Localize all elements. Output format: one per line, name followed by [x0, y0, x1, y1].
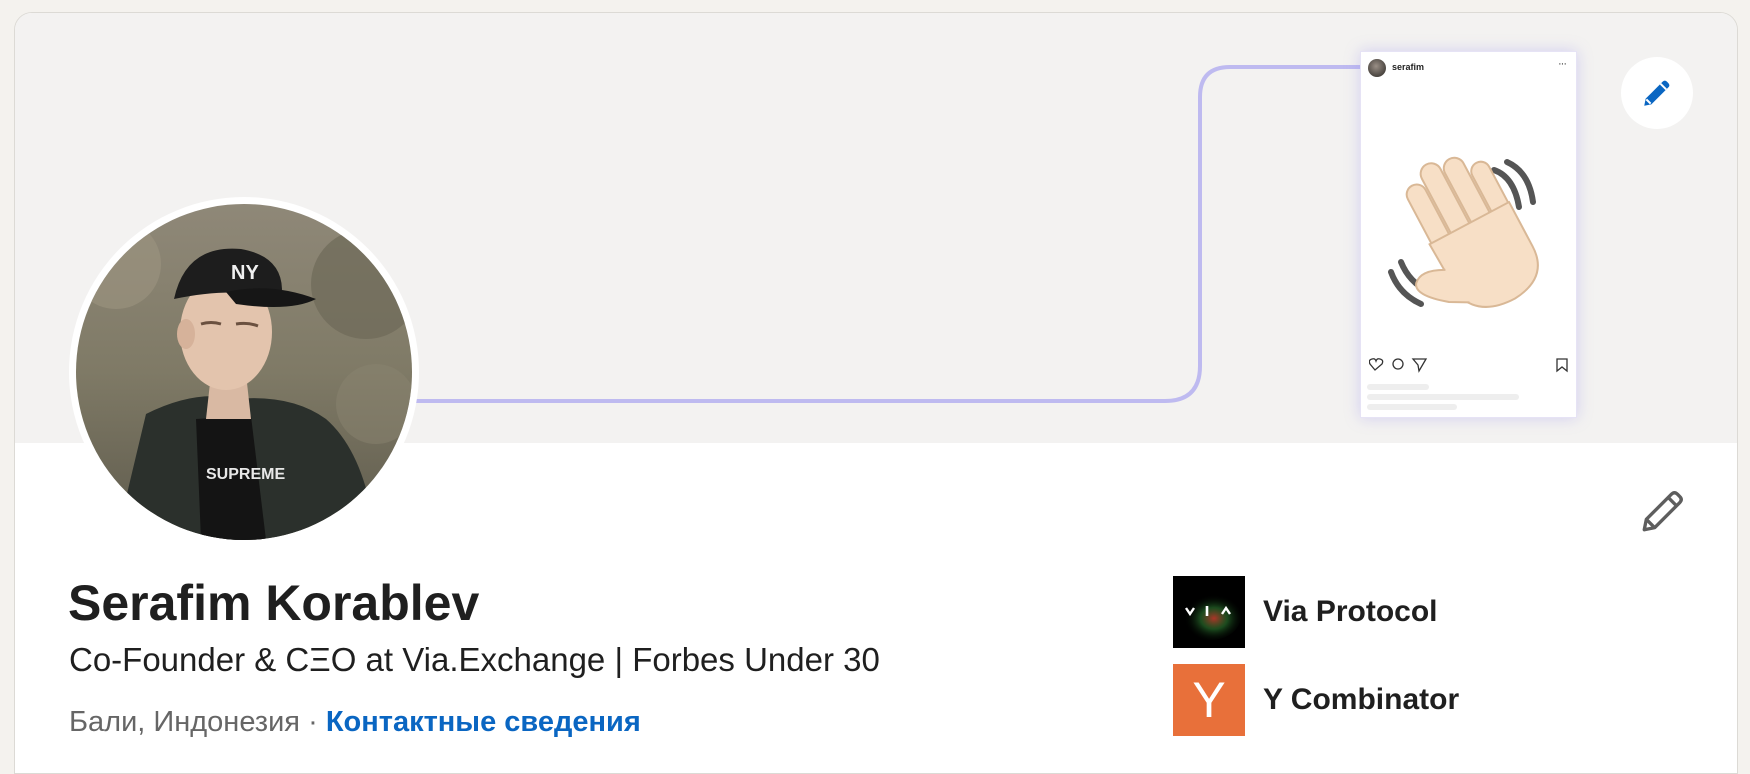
org-y-combinator[interactable]: Y Y Combinator [1173, 664, 1459, 736]
contact-info-link[interactable]: Контактные сведения [326, 706, 641, 738]
banner-post-card: serafim ··· [1360, 51, 1577, 418]
post-caption-placeholder [1367, 384, 1429, 390]
post-actions [1369, 358, 1568, 373]
edit-intro-button[interactable] [1635, 483, 1691, 539]
org-via-protocol[interactable]: Via Protocol [1173, 576, 1438, 648]
profile-card: serafim ··· SUPREME NY Serafim Korablev … [14, 12, 1738, 774]
profile-name: Serafim Korablev [68, 575, 480, 631]
pencil-icon [1642, 491, 1683, 532]
separator: · [308, 706, 318, 738]
profile-headline: Co-Founder & CΞO at Via.Exchange | Forbe… [69, 641, 880, 678]
post-caption-placeholder [1367, 394, 1519, 400]
svg-text:NY: NY [231, 262, 259, 284]
post-avatar [1368, 59, 1386, 77]
org-name: Y Combinator [1263, 683, 1460, 716]
waving-hand-icon [1388, 156, 1539, 308]
location-row: Бали, Индонезия · Контактные сведения [69, 708, 641, 737]
via-protocol-logo [1173, 576, 1245, 648]
profile-location: Бали, Индонезия [69, 706, 301, 738]
y-combinator-logo: Y [1173, 664, 1245, 736]
more-options-icon: ··· [1558, 58, 1567, 70]
svg-text:SUPREME: SUPREME [206, 466, 285, 483]
post-caption-placeholder [1367, 404, 1457, 410]
post-username: serafim [1392, 62, 1425, 72]
pencil-icon [1644, 80, 1670, 106]
profile-photo[interactable]: SUPREME NY [69, 197, 419, 547]
org-name: Via Protocol [1263, 595, 1438, 628]
edit-banner-button[interactable] [1621, 57, 1693, 129]
profile-photo-image: SUPREME NY [76, 204, 412, 540]
